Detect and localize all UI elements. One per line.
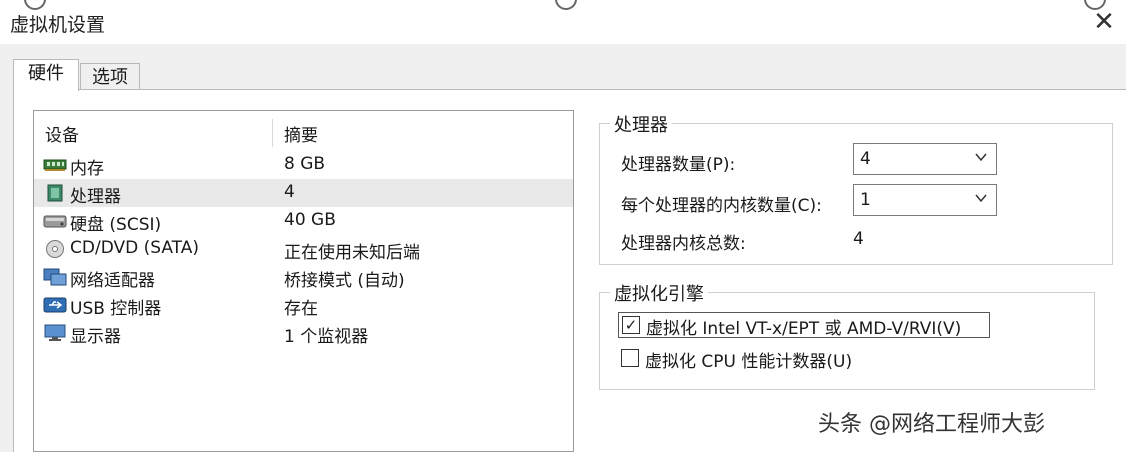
device-row-network-adapter[interactable]: 网络适配器 桥接模式 (自动) <box>34 263 573 291</box>
window-title: 虚拟机设置 <box>10 14 106 36</box>
cores-per-processor-select[interactable]: 1 <box>853 184 997 216</box>
device-row-hard-disk[interactable]: 硬盘 (SCSI) 40 GB <box>34 207 573 235</box>
tab-strip: 硬件 选项 <box>0 44 1126 91</box>
column-header-summary[interactable]: 摘要 <box>284 121 318 146</box>
device-name: 内存 <box>70 159 104 179</box>
cd-dvd-icon <box>46 240 64 258</box>
processor-count-label: 处理器数量(P): <box>621 155 736 175</box>
device-summary: 桥接模式 (自动) <box>284 271 405 291</box>
device-name: 处理器 <box>70 187 121 207</box>
virtualize-intel-vtx-checkbox[interactable]: ✓ 虚拟化 Intel VT-x/EPT 或 AMD-V/RVI(V) <box>618 312 990 339</box>
device-name: USB 控制器 <box>70 299 162 319</box>
device-name: CD/DVD (SATA) <box>70 238 199 258</box>
chevron-down-icon <box>975 153 987 162</box>
device-summary: 8 GB <box>284 154 326 174</box>
title-bar: 虚拟机设置 ✕ <box>0 0 1126 44</box>
device-row-display[interactable]: 显示器 1 个监视器 <box>34 319 573 347</box>
virtualization-engine-legend: 虚拟化引擎 <box>610 280 708 306</box>
tab-hardware[interactable]: 硬件 <box>13 59 79 91</box>
device-list-header: 设备 摘要 <box>34 119 573 147</box>
device-summary: 1 个监视器 <box>284 327 369 347</box>
checkbox-checked-icon: ✓ <box>622 316 640 334</box>
column-header-device[interactable]: 设备 <box>45 121 79 146</box>
total-cores-value: 4 <box>853 229 864 249</box>
close-icon: ✕ <box>1093 7 1115 37</box>
device-name: 硬盘 (SCSI) <box>70 215 162 235</box>
display-icon <box>44 324 66 341</box>
device-name: 显示器 <box>70 327 121 347</box>
processor-count-value: 4 <box>860 149 871 169</box>
resize-handle-left[interactable] <box>24 0 46 10</box>
watermark: 头条 @网络工程师大彭 <box>818 412 1045 437</box>
close-button[interactable]: ✕ <box>1088 6 1120 38</box>
device-summary: 4 <box>284 182 295 202</box>
device-list[interactable]: 设备 摘要 内存 8 GB 处理器 4 硬盘 (SCSI) 40 GB CD/D… <box>33 110 574 452</box>
memory-icon <box>43 159 67 171</box>
device-summary: 40 GB <box>284 210 336 230</box>
device-summary: 存在 <box>284 299 318 319</box>
column-divider[interactable] <box>272 119 273 147</box>
device-row-usb-controller[interactable]: USB 控制器 存在 <box>34 291 573 319</box>
device-summary: 正在使用未知后端 <box>284 243 420 263</box>
device-row-memory[interactable]: 内存 8 GB <box>34 151 573 179</box>
cores-per-processor-label: 每个处理器的内核数量(C): <box>621 196 822 216</box>
network-adapter-icon <box>43 268 67 286</box>
resize-handle-center[interactable] <box>555 0 577 10</box>
processor-group-legend: 处理器 <box>610 111 672 137</box>
device-row-cd-dvd[interactable]: CD/DVD (SATA) 正在使用未知后端 <box>34 235 573 263</box>
chevron-down-icon <box>975 194 987 203</box>
total-cores-label: 处理器内核总数: <box>621 234 746 254</box>
device-name: 网络适配器 <box>70 271 155 291</box>
checkbox-unchecked-icon <box>621 349 639 367</box>
hard-disk-icon <box>43 215 67 228</box>
processor-count-select[interactable]: 4 <box>853 143 997 175</box>
virtualize-cpu-counters-label: 虚拟化 CPU 性能计数器(U) <box>645 352 853 372</box>
usb-icon <box>43 297 67 313</box>
processor-icon <box>47 184 63 202</box>
virtualize-intel-vtx-label: 虚拟化 Intel VT-x/EPT 或 AMD-V/RVI(V) <box>646 319 962 339</box>
processor-group: 处理器 处理器数量(P): 4 每个处理器的内核数量(C): 1 处理器内核总数… <box>599 111 1113 265</box>
cores-per-processor-value: 1 <box>860 190 871 210</box>
tab-options[interactable]: 选项 <box>80 63 140 91</box>
virtualization-engine-group: 虚拟化引擎 ✓ 虚拟化 Intel VT-x/EPT 或 AMD-V/RVI(V… <box>599 280 1095 390</box>
virtualize-cpu-counters-checkbox[interactable]: 虚拟化 CPU 性能计数器(U) <box>618 346 878 372</box>
device-row-processor[interactable]: 处理器 4 <box>34 179 573 207</box>
